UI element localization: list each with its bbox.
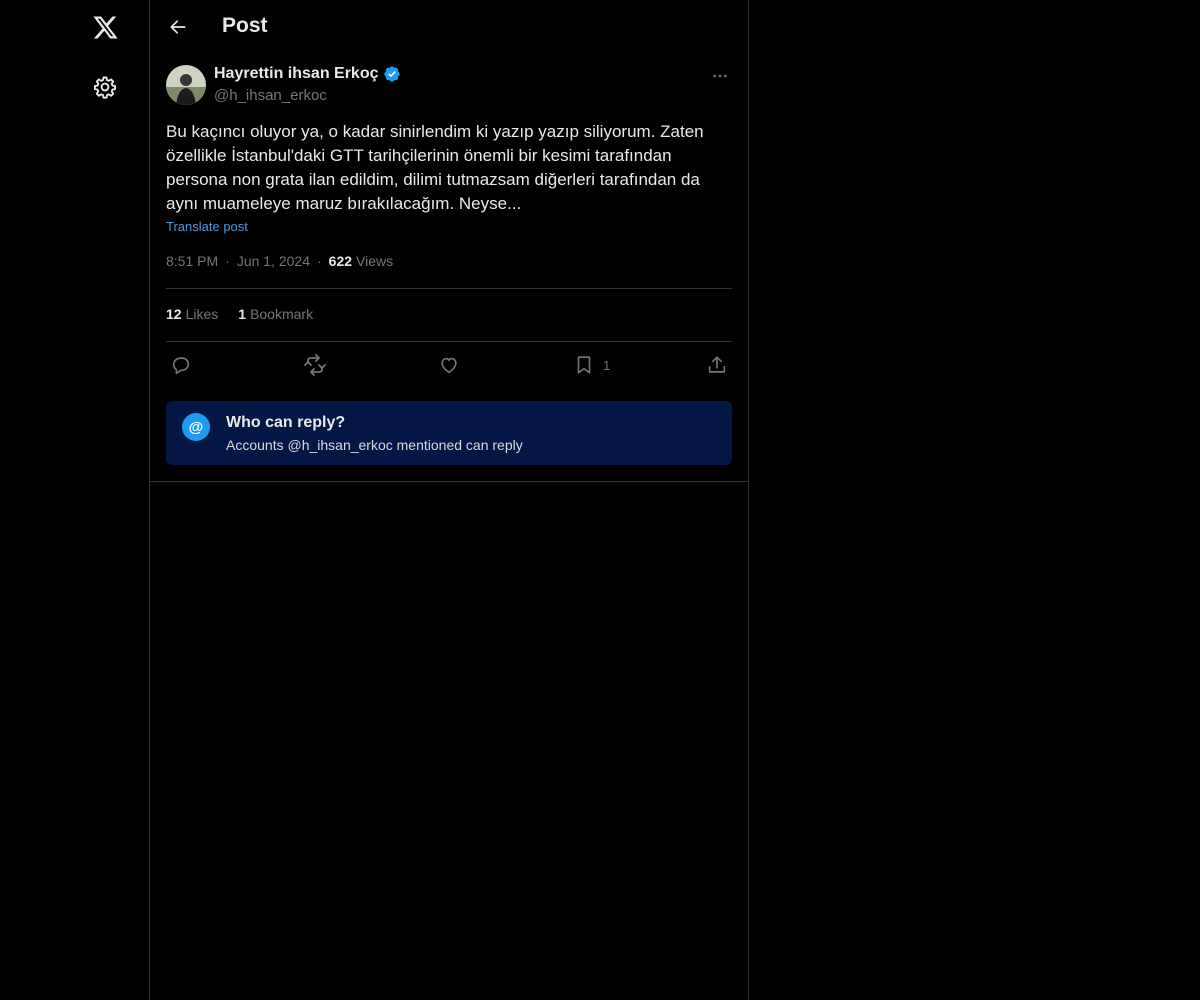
- reply-icon: [172, 357, 190, 375]
- author-name[interactable]: Hayrettin ihsan Erkoç: [214, 65, 401, 83]
- meta-separator: ·: [225, 253, 230, 269]
- app: Post Hayrettin ihsan Erkoç @h_ihsan_erko…: [0, 0, 1200, 1000]
- avatar[interactable]: [166, 65, 206, 105]
- retweet-button[interactable]: [303, 352, 327, 378]
- share-button[interactable]: [706, 352, 728, 378]
- share-icon: [708, 356, 726, 373]
- divider: [166, 288, 732, 289]
- reply-button[interactable]: [170, 352, 192, 378]
- divider: [166, 341, 732, 342]
- likes-stat[interactable]: 12 Likes: [166, 306, 218, 322]
- arrow-left-icon[interactable]: [160, 9, 196, 45]
- bookmarks-count: 1: [238, 306, 247, 322]
- left-nav: [0, 0, 150, 1000]
- reply-restriction-subtitle: Accounts @h_ihsan_erkoc mentioned can re…: [226, 437, 523, 453]
- bookmarks-stat[interactable]: 1 Bookmark: [238, 306, 313, 322]
- post-meta: 8:51 PM · Jun 1, 2024 · 622 Views: [166, 253, 393, 269]
- author-handle[interactable]: @h_ihsan_erkoc: [214, 87, 327, 104]
- mention-icon: @: [182, 413, 210, 441]
- verified-badge-icon[interactable]: [383, 65, 401, 83]
- author-name-text[interactable]: Hayrettin ihsan Erkoç: [214, 65, 379, 83]
- post-stats: 12 Likes 1 Bookmark: [166, 306, 333, 322]
- divider: [150, 481, 748, 482]
- likes-count: 12: [166, 306, 182, 322]
- bookmark-count: 1: [603, 357, 611, 373]
- post-date[interactable]: Jun 1, 2024: [237, 253, 310, 269]
- bookmark-icon: [577, 356, 591, 374]
- retweet-icon: [304, 354, 326, 376]
- reply-restriction-title: Who can reply?: [226, 414, 346, 431]
- likes-label: Likes: [185, 306, 219, 322]
- post-text: Bu kaçıncı oluyor ya, o kadar sinirlendi…: [166, 122, 704, 213]
- page-title: Post: [222, 14, 268, 37]
- action-bar: 1: [166, 352, 732, 378]
- post-time[interactable]: 8:51 PM: [166, 253, 218, 269]
- more-options-icon[interactable]: [708, 64, 732, 88]
- main-column: Post Hayrettin ihsan Erkoç @h_ihsan_erko…: [149, 0, 749, 1000]
- bookmark-button[interactable]: 1: [573, 352, 610, 378]
- bookmarks-label: Bookmark: [250, 306, 314, 322]
- gear-icon[interactable]: [81, 63, 129, 111]
- views-label: Views: [356, 253, 394, 269]
- meta-separator: ·: [316, 253, 322, 269]
- x-logo-icon[interactable]: [81, 3, 129, 51]
- heart-icon: [441, 357, 457, 374]
- translate-post-link[interactable]: Translate post: [166, 219, 248, 234]
- like-button[interactable]: [438, 352, 460, 378]
- views-count: 622: [328, 253, 353, 269]
- reply-restriction-notice: @ Who can reply? Accounts @h_ihsan_erkoc…: [166, 401, 732, 465]
- page-header: Post: [150, 0, 748, 54]
